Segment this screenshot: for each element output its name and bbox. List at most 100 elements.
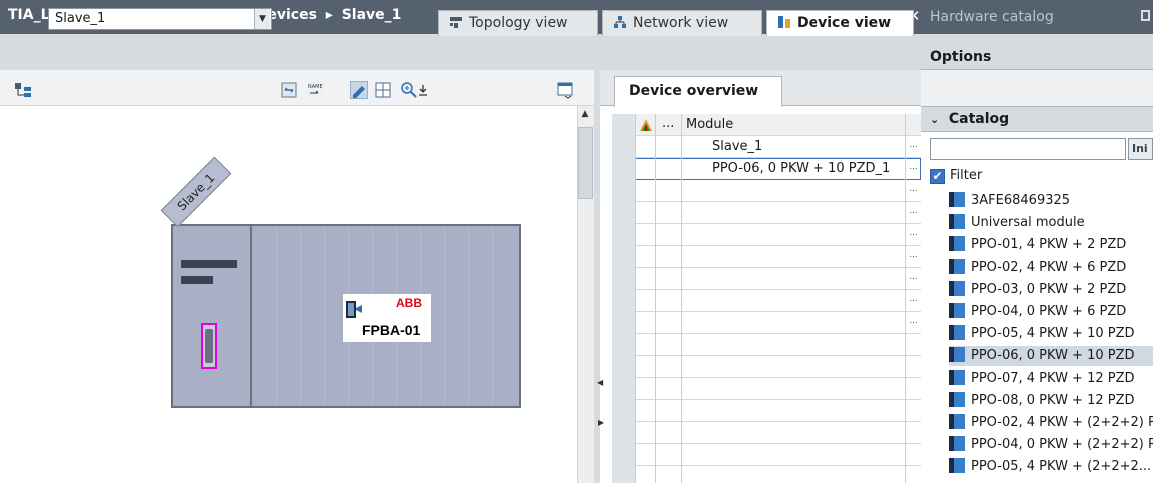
chevron-down-icon[interactable]: ▼: [254, 9, 270, 29]
header-cell: ...: [656, 114, 682, 136]
scroll-left-icon[interactable]: ◀: [597, 378, 603, 387]
module-cell[interactable]: [682, 356, 906, 378]
catalog-section-header[interactable]: ⌄ Catalog: [921, 106, 1153, 132]
row-ellipsis-cell: ...: [909, 184, 918, 194]
table-row[interactable]: ...: [612, 180, 921, 202]
scroll-right-icon[interactable]: ▶: [598, 418, 604, 427]
table-row[interactable]: ...: [612, 268, 921, 290]
show-names-icon[interactable]: NAME: [306, 81, 324, 99]
module-cell[interactable]: [682, 290, 906, 312]
module-icon: [949, 436, 965, 452]
tab-device-overview[interactable]: Device overview: [614, 76, 782, 107]
module-cell[interactable]: [682, 334, 906, 356]
catalog-item[interactable]: PPO-04, 0 PKW + 6 PZD: [949, 302, 1153, 322]
table-row[interactable]: ...: [612, 312, 921, 334]
module-cell[interactable]: [682, 378, 906, 400]
table-row[interactable]: PPO-06, 0 PKW + 10 PZD_1...: [612, 158, 921, 180]
catalog-item[interactable]: PPO-04, 0 PKW + (2+2+2) PZD: [949, 435, 1153, 455]
row-ellipsis-cell: ...: [909, 162, 918, 172]
module-icon: [949, 192, 965, 207]
swap-view-icon[interactable]: [280, 81, 298, 99]
catalog-item[interactable]: PPO-08, 0 PKW + 12 PZD: [949, 391, 1153, 411]
pin-icon[interactable]: [1140, 9, 1151, 25]
canvas-scroll-thumb[interactable]: [578, 127, 593, 199]
table-row[interactable]: [612, 378, 921, 400]
draw-icon[interactable]: [350, 81, 368, 99]
tab-network-view[interactable]: Network view: [602, 10, 762, 36]
device-tree-icon[interactable]: [14, 82, 32, 98]
catalog-search-input[interactable]: [930, 138, 1126, 160]
catalog-search-button[interactable]: Ini: [1128, 138, 1153, 160]
catalog-item[interactable]: PPO-02, 4 PKW + 6 PZD: [949, 258, 1153, 278]
table-row[interactable]: [612, 466, 921, 483]
overview-toggle-icon[interactable]: [556, 81, 574, 99]
zoom-dropdown-icon[interactable]: [418, 84, 428, 96]
zoom-in-icon[interactable]: [400, 81, 418, 99]
catalog-item[interactable]: Universal module: [949, 213, 1153, 233]
module-cell[interactable]: [682, 224, 906, 246]
table-row[interactable]: [612, 334, 921, 356]
tab-network-label: Network view: [633, 15, 729, 31]
table-row[interactable]: Slave_1...: [612, 136, 921, 158]
module-icon: [949, 258, 965, 274]
filter-label: Filter: [950, 168, 983, 183]
table-row[interactable]: [612, 422, 921, 444]
module-cell[interactable]: [682, 422, 906, 444]
grid-icon[interactable]: [374, 81, 392, 99]
row-gutter-cell: [612, 444, 636, 466]
row-gutter-cell: [612, 422, 636, 444]
tab-device-view[interactable]: Device view: [766, 10, 914, 36]
catalog-item-label: PPO-07, 4 PKW + 12 PZD: [971, 370, 1135, 386]
catalog-item-label: PPO-06, 0 PKW + 10 PZD: [971, 348, 1135, 364]
catalog-item[interactable]: PPO-01, 4 PKW + 2 PZD: [949, 235, 1153, 255]
tab-device-label: Device view: [797, 15, 892, 31]
catalog-item-label: Universal module: [971, 215, 1085, 231]
table-row[interactable]: [612, 444, 921, 466]
module-cell[interactable]: [682, 246, 906, 268]
table-row[interactable]: ...: [612, 290, 921, 312]
breadcrumb-device[interactable]: Slave_1: [342, 7, 402, 23]
header-module[interactable]: Module: [682, 114, 906, 136]
catalog-item[interactable]: PPO-07, 4 PKW + 12 PZD: [949, 369, 1153, 389]
catalog-item-label: PPO-04, 0 PKW + (2+2+2) PZD: [971, 437, 1153, 453]
table-row[interactable]: [612, 356, 921, 378]
catalog-section-label: Catalog: [948, 111, 1010, 127]
row-gutter-cell: [612, 246, 636, 268]
catalog-item[interactable]: PPO-03, 0 PKW + 2 PZD: [949, 280, 1153, 300]
svg-text:NAME: NAME: [308, 84, 323, 90]
row-cell: [636, 158, 656, 180]
row-gutter-cell: [612, 312, 636, 334]
table-header-row: ... Module: [612, 114, 921, 136]
module-cell[interactable]: [682, 180, 906, 202]
catalog-item[interactable]: PPO-06, 0 PKW + 10 PZD: [949, 346, 1153, 367]
catalog-item[interactable]: 3AFE68469325: [949, 191, 1153, 211]
chevron-down-icon[interactable]: ⌄: [930, 108, 944, 132]
table-row[interactable]: [612, 400, 921, 422]
module-cell[interactable]: [682, 312, 906, 334]
table-row[interactable]: ...: [612, 246, 921, 268]
catalog-item[interactable]: PPO-05, 4 PKW + (2+2+2...: [949, 457, 1153, 477]
table-row[interactable]: ...: [612, 202, 921, 224]
catalog-item[interactable]: PPO-05, 4 PKW + 10 PZD: [949, 324, 1153, 344]
catalog-item-label: PPO-01, 4 PKW + 2 PZD: [971, 237, 1127, 253]
catalog-item[interactable]: PPO-02, 4 PKW + (2+2+2) PZD: [949, 413, 1153, 433]
module-cell[interactable]: [682, 400, 906, 422]
module-icon: [949, 458, 965, 474]
module-cell[interactable]: [682, 466, 906, 483]
table-row[interactable]: ...: [612, 224, 921, 246]
row-cell: [656, 466, 682, 483]
module-cell[interactable]: [682, 202, 906, 224]
filter-checkbox[interactable]: ✔: [930, 169, 945, 184]
row-ellipsis-cell: [906, 466, 921, 483]
row-ellipsis-cell: ...: [909, 140, 918, 150]
catalog-options-header[interactable]: Options: [921, 34, 1153, 70]
scroll-up-icon[interactable]: ▲: [579, 109, 591, 123]
module-cell[interactable]: [682, 268, 906, 290]
rack-head-module[interactable]: [171, 224, 252, 408]
module-icon: [949, 303, 965, 318]
device-select[interactable]: Slave_1: [48, 8, 272, 30]
module-cell[interactable]: PPO-06, 0 PKW + 10 PZD_1: [682, 158, 906, 180]
module-cell[interactable]: Slave_1: [682, 136, 906, 158]
module-cell[interactable]: [682, 444, 906, 466]
tab-topology-view[interactable]: Topology view: [438, 10, 598, 36]
